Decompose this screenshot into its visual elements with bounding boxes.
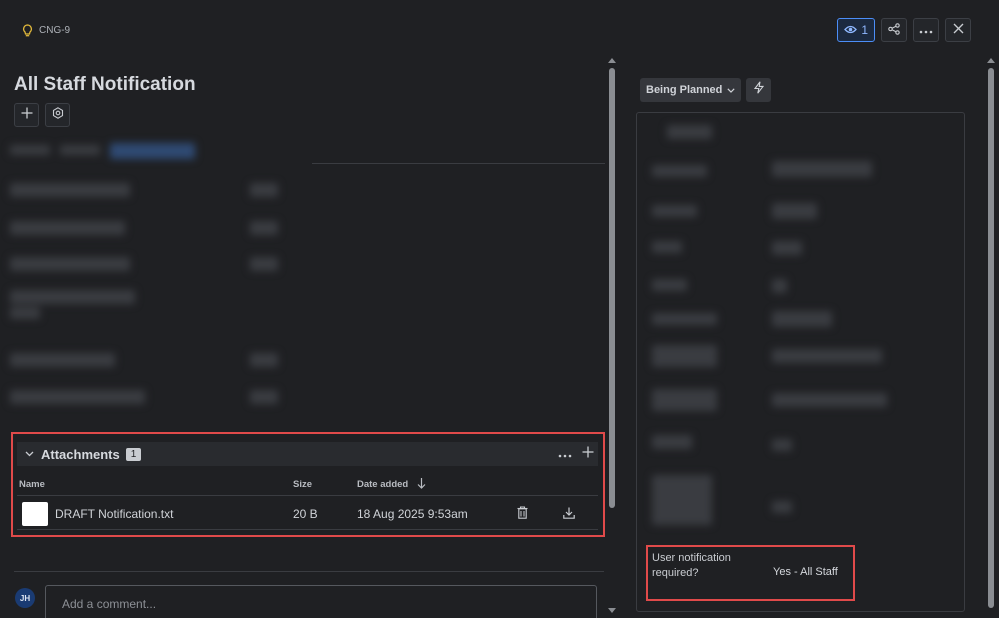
attachments-header[interactable]: Attachments 1 (17, 442, 598, 466)
header-actions: 1 (837, 18, 971, 42)
comment-input[interactable]: Add a comment... (45, 585, 597, 618)
attachment-date: 18 Aug 2025 9:53am (357, 507, 468, 521)
issue-key[interactable]: CNG-9 (39, 25, 70, 36)
issue-title[interactable]: All Staff Notification (14, 74, 196, 96)
right-scroll-thumb[interactable] (988, 68, 994, 608)
status-label: Being Planned (646, 84, 723, 96)
file-thumbnail[interactable] (22, 502, 48, 526)
status-dropdown[interactable]: Being Planned (640, 78, 742, 102)
attachments-table-header: Name Size Date added (17, 476, 598, 496)
obscured-left-content (0, 135, 605, 420)
obscured-details-content (637, 113, 964, 538)
add-attachment-icon[interactable] (582, 445, 594, 463)
watch-button[interactable]: 1 (837, 18, 875, 42)
details-panel (636, 112, 965, 612)
close-icon (953, 23, 964, 37)
table-row[interactable]: DRAFT Notification.txt 20 B 18 Aug 2025 … (17, 498, 598, 530)
column-size[interactable]: Size (293, 479, 312, 490)
attachments-section: Attachments 1 Name Size Date added DRAFT… (11, 432, 605, 537)
lightning-bolt-icon (753, 81, 764, 99)
more-actions-button[interactable] (913, 18, 939, 42)
issue-key-breadcrumb[interactable]: CNG-9 (22, 24, 70, 37)
column-date-added[interactable]: Date added (357, 479, 408, 490)
download-icon[interactable] (563, 507, 575, 522)
attachments-count-badge: 1 (125, 447, 142, 461)
share-button[interactable] (881, 18, 907, 42)
add-button[interactable] (14, 103, 39, 127)
plus-icon (21, 106, 33, 124)
close-button[interactable] (945, 18, 971, 42)
eye-icon (844, 23, 858, 37)
scroll-down-arrow[interactable] (608, 608, 616, 613)
chevron-down-icon (727, 84, 736, 96)
sort-arrow-down-icon[interactable] (417, 477, 426, 492)
chevron-down-icon[interactable] (22, 451, 36, 457)
user-notification-field: User notification required? Yes - All St… (646, 545, 855, 601)
avatar: JH (15, 588, 35, 608)
share-icon (888, 22, 900, 38)
column-name[interactable]: Name (19, 479, 45, 490)
hexagon-gear-icon (52, 106, 64, 124)
scroll-up-arrow[interactable] (608, 58, 616, 63)
left-scroll-thumb[interactable] (609, 68, 615, 508)
right-scrollbar[interactable] (987, 58, 995, 613)
attachments-title: Attachments (41, 446, 120, 462)
user-notification-label: User notification required? (652, 552, 731, 579)
attachment-size: 20 B (293, 507, 318, 521)
ellipsis-icon (919, 23, 933, 37)
left-scrollbar[interactable] (608, 58, 616, 613)
issue-toolbar (14, 103, 70, 127)
trash-icon[interactable] (517, 506, 528, 522)
apps-button[interactable] (45, 103, 70, 127)
attachment-name[interactable]: DRAFT Notification.txt (55, 507, 173, 521)
user-notification-value[interactable]: Yes - All Staff (773, 566, 838, 578)
attachments-more-icon[interactable] (558, 445, 572, 463)
scroll-up-arrow[interactable] (987, 58, 995, 63)
tab-divider (312, 163, 605, 164)
automation-button[interactable] (746, 78, 771, 102)
lightbulb-icon (22, 24, 33, 37)
comment-divider (14, 571, 604, 572)
watch-count: 1 (861, 23, 868, 37)
